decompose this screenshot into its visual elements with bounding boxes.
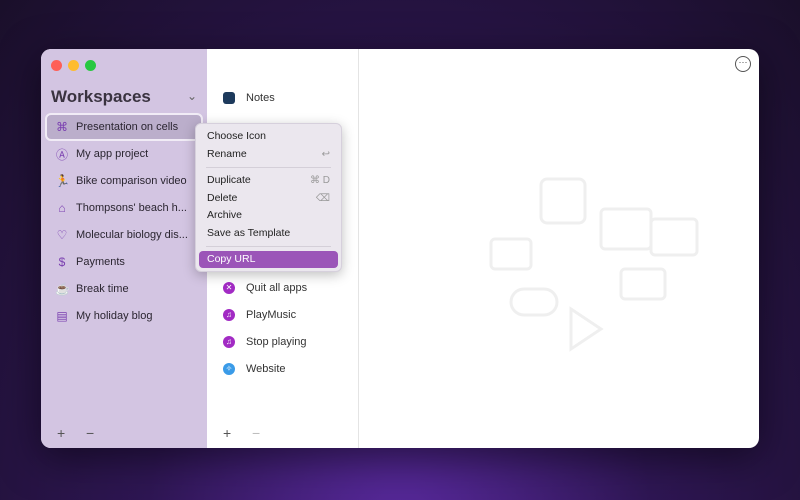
more-options-button[interactable]: ⋯: [735, 56, 751, 72]
close-window-button[interactable]: [51, 60, 62, 71]
sidebar-item[interactable]: ⌂ Thompsons' beach h...: [47, 196, 201, 220]
sidebar-item[interactable]: ☕ Break time: [47, 277, 201, 301]
menu-item-archive[interactable]: Archive: [199, 207, 338, 224]
list-item-label: Website: [246, 363, 286, 375]
music-icon: ♫: [223, 336, 235, 348]
house-icon: ⌂: [58, 201, 66, 215]
sidebar-item[interactable]: ⌘ Presentation on cells: [45, 113, 203, 141]
newspaper-icon: ▤: [56, 309, 68, 323]
menu-item-choose-icon[interactable]: Choose Icon: [199, 128, 338, 145]
safari-icon: ✧: [223, 363, 235, 375]
list-item-label: Notes: [246, 92, 275, 104]
menu-item-rename[interactable]: Rename ↩: [199, 146, 338, 163]
menu-label: Save as Template: [207, 227, 291, 239]
workspaces-title: Workspaces: [51, 87, 151, 106]
sidebar-item-label: Bike comparison video: [76, 175, 187, 187]
menu-item-delete[interactable]: Delete ⌫: [199, 190, 338, 207]
command-icon: ⌘: [56, 120, 68, 134]
menu-item-copy-url[interactable]: Copy URL: [199, 251, 338, 268]
sidebar-item-label: Molecular biology dis...: [76, 229, 188, 241]
empty-state-illustration: [489, 177, 699, 352]
app-window: Workspaces ⌄ ⌘ Presentation on cells Ⓐ My …: [41, 49, 759, 448]
remove-item-button[interactable]: −: [252, 425, 260, 441]
sidebar-item-label: Presentation on cells: [76, 121, 179, 133]
list-item[interactable]: ✕ Quit all apps: [223, 282, 307, 294]
return-key-icon: ↩: [321, 149, 330, 160]
add-item-button[interactable]: +: [223, 425, 231, 441]
menu-label: Duplicate: [207, 174, 251, 186]
menu-label: Archive: [207, 209, 243, 221]
sidebar-item-label: Thompsons' beach h...: [76, 202, 187, 214]
menu-item-duplicate[interactable]: Duplicate ⌘ D: [199, 172, 338, 189]
menu-label: Delete: [207, 192, 238, 204]
sidebar-item[interactable]: Ⓐ My app project: [47, 142, 201, 166]
notes-app-icon: [223, 92, 235, 104]
dollar-circle-icon: $: [58, 255, 66, 269]
menu-label: Copy URL: [207, 253, 256, 265]
context-menu: Choose Icon Rename ↩ Duplicate ⌘ D Delete ⌫…: [195, 123, 342, 272]
sidebar-item-label: Break time: [76, 283, 129, 295]
menu-item-save-as-template[interactable]: Save as Template: [199, 225, 338, 242]
list-item[interactable]: ♫ PlayMusic: [223, 309, 296, 321]
list-item[interactable]: Notes: [223, 92, 275, 104]
sidebar-item-label: My app project: [76, 148, 149, 160]
list-item[interactable]: ♫ Stop playing: [223, 336, 307, 348]
x-circle-icon: ✕: [223, 282, 235, 294]
sidebar-item-label: Payments: [76, 256, 125, 268]
sidebar-item[interactable]: 🏃 Bike comparison video: [47, 169, 201, 193]
menu-label: Choose Icon: [207, 130, 266, 142]
list-item-label: PlayMusic: [246, 309, 297, 321]
delete-key-icon: ⌫: [315, 193, 330, 204]
list-item-label: Stop playing: [246, 336, 307, 348]
sidebar: Workspaces ⌄ ⌘ Presentation on cells Ⓐ My …: [41, 49, 207, 448]
list-item-label: Quit all apps: [246, 282, 308, 294]
runner-icon: 🏃: [55, 174, 70, 188]
sidebar-item[interactable]: ♡ Molecular biology dis...: [47, 223, 201, 247]
menu-label: Rename: [207, 148, 247, 160]
sidebar-item-label: My holiday blog: [76, 310, 153, 322]
menu-separator: [206, 167, 331, 168]
a-square-icon: Ⓐ: [55, 147, 68, 162]
music-icon: ♫: [223, 309, 235, 321]
add-workspace-button[interactable]: +: [57, 425, 65, 441]
remove-workspace-button[interactable]: −: [86, 425, 94, 441]
list-item[interactable]: ✧ Website: [223, 363, 286, 375]
sidebar-item[interactable]: ▤ My holiday blog: [47, 304, 201, 328]
zoom-window-button[interactable]: [85, 60, 96, 71]
chevron-down-icon[interactable]: ⌄: [187, 89, 197, 103]
menu-separator: [206, 246, 331, 247]
minimize-window-button[interactable]: [68, 60, 79, 71]
shortcut: ⌘ D: [310, 175, 330, 186]
heart-pulse-icon: ♡: [56, 228, 68, 242]
sidebar-item[interactable]: $ Payments: [47, 250, 201, 274]
coffee-icon: ☕: [55, 282, 70, 296]
